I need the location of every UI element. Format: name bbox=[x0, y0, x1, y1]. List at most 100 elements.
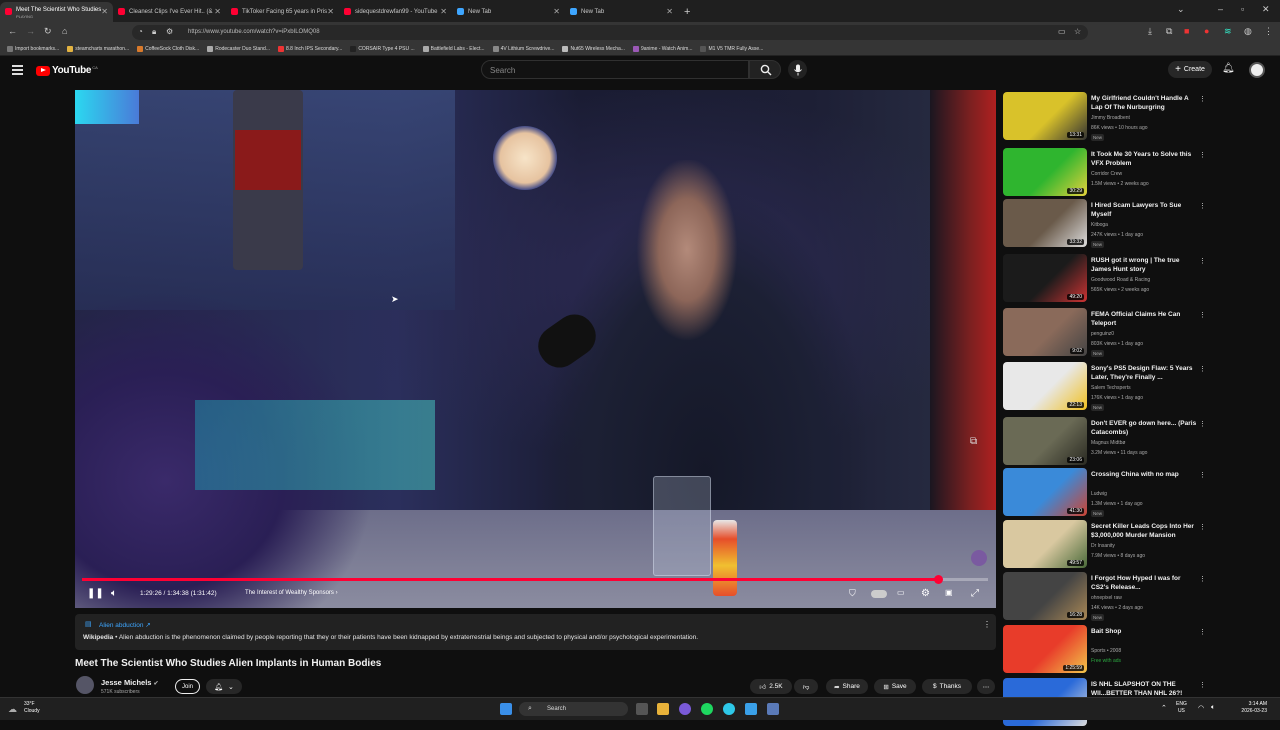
more-options-icon[interactable]: ⋮ bbox=[1199, 311, 1206, 319]
recommended-video[interactable]: 9:02 FEMA Official Claims He Can Teleport… bbox=[1003, 308, 1210, 360]
more-options-icon[interactable]: ⋮ bbox=[1199, 628, 1206, 636]
more-options-icon[interactable]: ⋮ bbox=[1199, 202, 1206, 210]
close-window-icon[interactable]: ✕ bbox=[1262, 4, 1270, 15]
video-channel[interactable]: penguinz0 bbox=[1091, 329, 1114, 339]
browser-tab[interactable]: Cleanest Clips I've Ever Hit.. (& ✕ bbox=[113, 2, 226, 22]
lock-icon[interactable]: 🔒︎ bbox=[152, 27, 156, 37]
channel-name[interactable]: Jesse Michels ✔ bbox=[101, 678, 159, 687]
video-title[interactable]: My Girlfriend Couldn't Handle A Lap Of T… bbox=[1091, 95, 1199, 112]
bookmark-item[interactable]: CORSAIR Type 4 PSU ... bbox=[350, 45, 415, 52]
weather-widget[interactable]: 33°F Cloudy bbox=[24, 701, 40, 715]
menu-icon[interactable] bbox=[12, 65, 23, 75]
discord-icon[interactable] bbox=[679, 703, 691, 715]
like-button[interactable]: 👍︎ 2.5K bbox=[750, 679, 792, 694]
video-title[interactable]: Secret Killer Leads Cops Into Her $3,000… bbox=[1091, 523, 1199, 540]
tray-chevron-icon[interactable]: ⌃ bbox=[1161, 704, 1167, 712]
video-player[interactable]: ➤ ⧉ bbox=[75, 90, 996, 608]
site-settings-icon[interactable]: ⚙ bbox=[166, 27, 173, 36]
extension-teal-icon[interactable]: ≋ bbox=[1224, 26, 1232, 37]
shield-icon[interactable]: ◔ bbox=[138, 27, 143, 36]
info-panel-title[interactable]: Alien abduction ↗ bbox=[99, 621, 151, 629]
video-thumbnail[interactable]: 9:02 bbox=[1003, 308, 1087, 356]
recommended-video[interactable]: 23:06 Don't EVER go down here... (Paris C… bbox=[1003, 417, 1210, 469]
recommended-video[interactable]: 1:25:59 Bait Shop Sports • 2008 Free with a… bbox=[1003, 625, 1210, 677]
steam-icon[interactable] bbox=[767, 703, 779, 715]
system-clock[interactable]: 3:14 AM 2026-03-23 bbox=[1225, 701, 1267, 715]
recommended-video[interactable]: 49:20 RUSH got it wrong | The true James … bbox=[1003, 254, 1210, 306]
volume-icon[interactable]: 🔈︎ bbox=[111, 588, 117, 599]
video-thumbnail[interactable]: 23:06 bbox=[1003, 417, 1087, 465]
recommended-video[interactable]: 22:13 Sony's PS5 Design Flaw: 5 Years Lat… bbox=[1003, 362, 1210, 414]
video-thumbnail[interactable]: 41:30 bbox=[1003, 468, 1087, 516]
close-tab-icon[interactable]: ✕ bbox=[440, 7, 447, 16]
video-thumbnail[interactable]: 49:20 bbox=[1003, 254, 1087, 302]
chevron-down-icon[interactable]: ⌄ bbox=[1177, 4, 1185, 15]
video-channel[interactable]: Ludwig bbox=[1091, 489, 1107, 499]
new-tab-button[interactable]: + bbox=[684, 6, 690, 18]
telegram-icon[interactable] bbox=[745, 703, 757, 715]
back-icon[interactable]: ← bbox=[8, 26, 17, 36]
video-channel[interactable]: Magnus Midtbø bbox=[1091, 438, 1125, 448]
extensions-icon[interactable]: ⧉ bbox=[1166, 26, 1172, 37]
reload-icon[interactable]: ↻ bbox=[44, 26, 52, 37]
search-button[interactable] bbox=[749, 60, 781, 79]
video-title[interactable]: Crossing China with no map bbox=[1091, 471, 1199, 480]
browser-tab[interactable]: New Tab ✕ bbox=[565, 2, 678, 22]
video-channel[interactable]: Sports • 2008 bbox=[1091, 646, 1121, 656]
language-indicator[interactable]: ENG US bbox=[1176, 701, 1187, 715]
settings-gear-icon[interactable]: ⚙ bbox=[921, 588, 930, 599]
more-options-icon[interactable]: ⋮ bbox=[1199, 151, 1206, 159]
voice-search-button[interactable] bbox=[788, 60, 807, 79]
video-channel[interactable]: ohnepixel raw bbox=[1091, 593, 1122, 603]
download-icon[interactable]: ⤓ bbox=[1148, 26, 1152, 37]
video-thumbnail[interactable]: 1:25:59 bbox=[1003, 625, 1087, 673]
bookmark-item[interactable]: M1 V5 TMR Fully Asse... bbox=[700, 45, 763, 52]
taskbar-search[interactable]: ⌕ Search bbox=[519, 702, 628, 716]
video-title[interactable]: It Took Me 30 Years to Solve this VFX Pr… bbox=[1091, 151, 1199, 168]
video-title[interactable]: IS NHL SLAPSHOT ON THE WII...BETTER THAN… bbox=[1091, 681, 1199, 698]
close-tab-icon[interactable]: ✕ bbox=[553, 7, 560, 16]
video-title[interactable]: RUSH got it wrong | The true James Hunt … bbox=[1091, 257, 1199, 274]
bookmark-item[interactable]: Rodecaster Duo Stand... bbox=[207, 45, 270, 52]
close-tab-icon[interactable]: ✕ bbox=[327, 7, 334, 16]
create-button[interactable]: + Create bbox=[1168, 61, 1212, 78]
recommended-video[interactable]: 41:30 Crossing China with no map Ludwig 1.3… bbox=[1003, 468, 1210, 520]
minimize-icon[interactable]: – bbox=[1218, 4, 1223, 14]
chapter-title[interactable]: The Interest of Wealthy Sponsors › bbox=[245, 590, 338, 596]
recommended-video[interactable]: 16:28 I Forgot How Hyped I was for CS2's … bbox=[1003, 572, 1210, 624]
thanks-button[interactable]: $ Thanks bbox=[922, 679, 972, 694]
bookmark-item[interactable]: 8.8 Inch IPS Secondary... bbox=[277, 45, 342, 52]
video-title[interactable]: Don't EVER go down here... (Paris Cataco… bbox=[1091, 420, 1199, 437]
browser-menu-icon[interactable]: ⋮ bbox=[1264, 26, 1273, 37]
screen-capture-icon[interactable]: ▭ bbox=[1058, 27, 1066, 36]
more-options-icon[interactable]: ⋮ bbox=[1199, 95, 1206, 103]
browser-taskbar-icon[interactable] bbox=[723, 703, 735, 715]
bookmark-item[interactable]: steamcharts marathon... bbox=[67, 45, 129, 52]
more-options-icon[interactable]: ⋮ bbox=[1199, 523, 1206, 531]
notifications-bell-icon[interactable]: 🔔︎ bbox=[1222, 63, 1235, 74]
video-channel[interactable]: Corridor Crew bbox=[1091, 169, 1122, 179]
spotify-icon[interactable] bbox=[701, 703, 713, 715]
info-card-icon[interactable]: ⧉ bbox=[970, 436, 977, 447]
video-thumbnail[interactable]: 49:57 bbox=[1003, 520, 1087, 568]
profile-icon[interactable]: ◍ bbox=[1244, 26, 1252, 37]
channel-watermark-icon[interactable] bbox=[971, 550, 987, 566]
bookmark-item[interactable]: 9anime - Watch Anim... bbox=[632, 45, 692, 52]
wifi-icon[interactable]: ◠ bbox=[1198, 704, 1204, 712]
video-title[interactable]: Bait Shop bbox=[1091, 628, 1199, 637]
forward-icon[interactable]: → bbox=[26, 26, 35, 36]
video-thumbnail[interactable]: 33:32 bbox=[1003, 199, 1087, 247]
video-channel[interactable]: Dr Insanity bbox=[1091, 541, 1115, 551]
video-channel[interactable]: Goodwood Road & Racing bbox=[1091, 275, 1150, 285]
more-options-icon[interactable]: ⋮ bbox=[1199, 471, 1206, 479]
close-tab-icon[interactable]: ✕ bbox=[101, 7, 108, 16]
more-options-icon[interactable]: ⋮ bbox=[1199, 365, 1206, 373]
address-bar[interactable]: ◔ 🔒︎ ⚙ https://www.youtube.com/watch?v=i… bbox=[132, 25, 1088, 40]
browser-tab[interactable]: sidequestdrewfan99 - YouTube ✕ bbox=[339, 2, 452, 22]
more-options-icon[interactable]: ⋮ bbox=[1199, 257, 1206, 265]
account-avatar[interactable] bbox=[1249, 62, 1265, 78]
video-title[interactable]: I Hired Scam Lawyers To Sue Myself bbox=[1091, 202, 1199, 219]
recommended-video[interactable]: 33:32 I Hired Scam Lawyers To Sue Myself K… bbox=[1003, 199, 1210, 251]
bookmark-item[interactable]: Nut65 Wireless Mecha... bbox=[562, 45, 625, 52]
search-input[interactable]: Search bbox=[481, 60, 749, 79]
